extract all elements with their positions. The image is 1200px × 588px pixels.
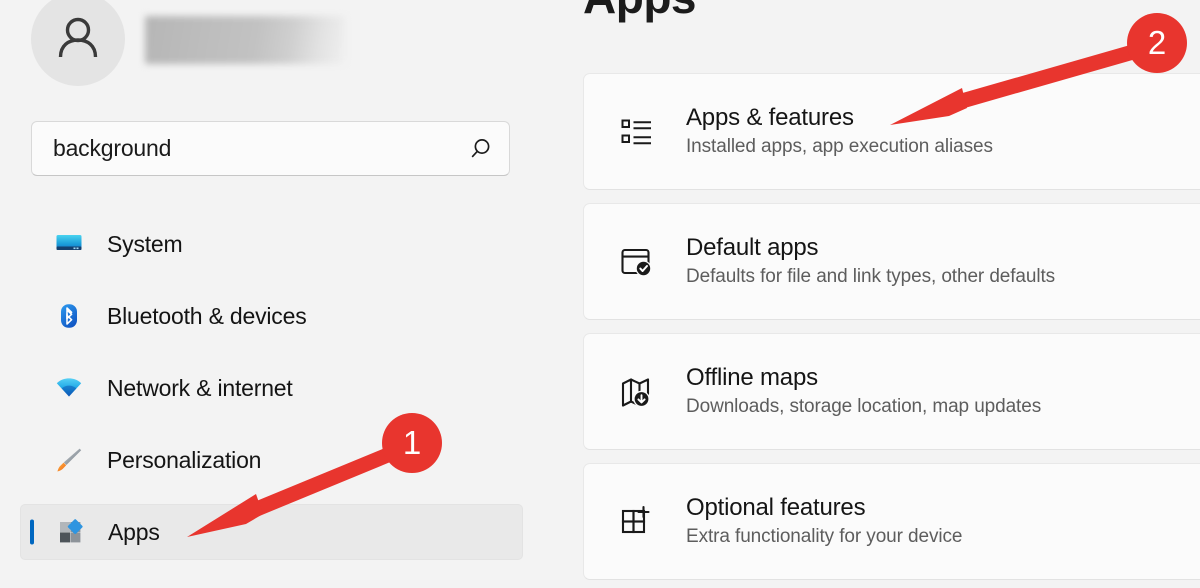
card-default-apps[interactable]: Default apps Defaults for file and link … — [583, 203, 1200, 320]
bulleted-list-icon — [617, 112, 657, 152]
account-name-redacted — [145, 16, 345, 64]
sidebar-item-apps[interactable]: Apps — [20, 504, 523, 560]
card-subtitle: Extra functionality for your device — [686, 527, 962, 548]
card-title: Offline maps — [686, 365, 1041, 391]
grid-plus-icon — [617, 502, 657, 542]
system-monitor-icon — [52, 227, 86, 261]
search-box[interactable] — [31, 121, 510, 176]
card-subtitle: Downloads, storage location, map updates — [686, 397, 1041, 418]
sidebar-item-network-internet[interactable]: Network & internet — [20, 360, 523, 416]
sidebar-item-label: Bluetooth & devices — [107, 303, 307, 330]
sidebar-item-system[interactable]: System — [20, 216, 523, 272]
card-title: Default apps — [686, 235, 1055, 261]
bluetooth-icon — [52, 299, 86, 333]
sidebar-item-bluetooth-devices[interactable]: Bluetooth & devices — [20, 288, 523, 344]
sidebar-item-label: Personalization — [107, 447, 261, 474]
search-input[interactable] — [53, 135, 467, 162]
person-avatar-icon — [50, 11, 106, 67]
card-title: Optional features — [686, 495, 962, 521]
window-check-icon — [617, 242, 657, 282]
settings-nav-list: System Bluetooth & devices — [20, 216, 523, 576]
account-header[interactable] — [31, 0, 345, 86]
sidebar-item-label: Network & internet — [107, 375, 293, 402]
card-optional-features[interactable]: Optional features Extra functionality fo… — [583, 463, 1200, 580]
settings-main-content: Apps Apps & features Installed apps, app… — [560, 0, 1200, 588]
card-subtitle: Installed apps, app execution aliases — [686, 137, 993, 158]
card-subtitle: Defaults for file and link types, other … — [686, 267, 1055, 288]
paintbrush-icon — [52, 443, 86, 477]
settings-card-list: Apps & features Installed apps, app exec… — [583, 73, 1200, 588]
settings-sidebar: System Bluetooth & devices — [0, 0, 560, 588]
card-title: Apps & features — [686, 105, 993, 131]
sidebar-item-personalization[interactable]: Personalization — [20, 432, 523, 488]
wifi-icon — [52, 371, 86, 405]
avatar[interactable] — [31, 0, 125, 86]
selection-indicator — [30, 520, 34, 545]
sidebar-item-label: System — [107, 231, 182, 258]
apps-grid-icon — [53, 515, 87, 549]
card-apps-and-features[interactable]: Apps & features Installed apps, app exec… — [583, 73, 1200, 190]
sidebar-item-label: Apps — [108, 519, 160, 546]
search-icon[interactable] — [467, 136, 493, 162]
map-download-icon — [617, 372, 657, 412]
page-title: Apps — [583, 0, 696, 24]
card-offline-maps[interactable]: Offline maps Downloads, storage location… — [583, 333, 1200, 450]
